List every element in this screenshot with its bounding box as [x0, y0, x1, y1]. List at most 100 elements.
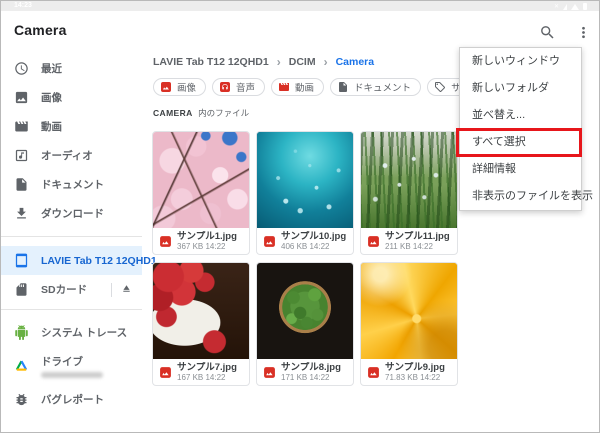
- status-clock: 14:23: [14, 2, 32, 9]
- breadcrumb-current[interactable]: Camera: [336, 56, 375, 68]
- menu-item-details[interactable]: 詳細情報: [460, 156, 581, 183]
- section-label: CAMERA 内のファイル: [153, 107, 249, 119]
- section-suffix: 内のファイル: [198, 108, 250, 118]
- file-name: サンプル8.jpg: [281, 361, 341, 373]
- image-file-icon: [264, 235, 275, 247]
- sd-card-icon: [16, 283, 27, 296]
- wifi-icon: [571, 4, 579, 10]
- sidebar-item-documents[interactable]: ドキュメント: [1, 170, 142, 199]
- file-thumbnail: [361, 132, 457, 228]
- chip-videos[interactable]: 動画: [271, 78, 325, 96]
- chip-images[interactable]: 画像: [153, 78, 207, 96]
- file-card[interactable]: サンプル11.jpg 211 KB 14:22: [360, 131, 458, 255]
- sidebar-label: 動画: [41, 121, 62, 133]
- sidebar-item-audio[interactable]: オーディオ: [1, 141, 142, 170]
- search-icon: [540, 25, 554, 39]
- file-meta: 71.83 KB 14:22: [385, 372, 441, 382]
- file-name: サンプル11.jpg: [385, 230, 450, 242]
- file-meta: 367 KB 14:22: [177, 241, 226, 251]
- file-meta: 171 KB 14:22: [281, 372, 330, 382]
- chip-label: ドキュメント: [354, 83, 412, 94]
- image-icon: [15, 91, 28, 104]
- sidebar-label: 最近: [41, 63, 62, 75]
- image-chip-icon: [161, 82, 171, 92]
- sidebar: 最近 画像 動画 オーディオ ドキュメント ダウンロード LAVIE Tab T…: [1, 54, 157, 414]
- image-file-icon: [368, 366, 379, 378]
- sidebar-label: オーディオ: [41, 150, 93, 162]
- page-title: Camera: [14, 22, 67, 38]
- divider: [111, 282, 112, 297]
- file-name: サンプル1.jpg: [177, 230, 237, 242]
- sidebar-item-bug-report[interactable]: バグレポート: [1, 385, 142, 414]
- file-card[interactable]: サンプル10.jpg 406 KB 14:22: [256, 131, 354, 255]
- drive-account-redacted: [41, 372, 103, 378]
- sidebar-item-downloads[interactable]: ダウンロード: [1, 199, 142, 228]
- menu-item-new-window[interactable]: 新しいウィンドウ: [460, 48, 581, 75]
- search-button[interactable]: [536, 21, 558, 43]
- status-bar: 14:23 ✕: [1, 1, 599, 11]
- movie-chip-icon: [279, 83, 290, 91]
- chip-label: 動画: [295, 83, 315, 94]
- sidebar-label: システム トレース: [41, 327, 128, 339]
- file-meta: 211 KB 14:22: [385, 241, 433, 251]
- menu-item-sort[interactable]: 並べ替え...: [460, 102, 581, 129]
- audio-file-icon: [15, 149, 28, 162]
- sidebar-item-videos[interactable]: 動画: [1, 112, 142, 141]
- sidebar-label: LAVIE Tab T12 12QHD1: [41, 254, 157, 267]
- file-meta: 167 KB 14:22: [177, 372, 226, 382]
- sidebar-divider: [1, 309, 142, 310]
- red-highlight-box: [456, 128, 582, 157]
- clock-icon: [15, 62, 28, 75]
- chip-label: 画像: [177, 83, 197, 94]
- battery-icon: [583, 3, 587, 10]
- document-icon: [16, 178, 27, 191]
- sidebar-divider: [1, 236, 142, 237]
- file-card[interactable]: サンプル1.jpg 367 KB 14:22: [152, 131, 250, 255]
- file-name: サンプル10.jpg: [281, 230, 347, 242]
- tag-icon: [435, 82, 446, 92]
- file-meta: 406 KB 14:22: [281, 241, 330, 251]
- sidebar-item-drive[interactable]: ドライブ: [1, 347, 142, 385]
- chip-label: 音声: [236, 83, 256, 94]
- drive-icon: [15, 360, 28, 371]
- sidebar-item-device-storage[interactable]: LAVIE Tab T12 12QHD1: [1, 246, 157, 275]
- sidebar-item-recent[interactable]: 最近: [1, 54, 142, 83]
- signal-icon: [563, 4, 567, 10]
- file-thumbnail: [153, 263, 249, 359]
- sidebar-item-images[interactable]: 画像: [1, 83, 142, 112]
- breadcrumb: LAVIE Tab T12 12QHD1 › DCIM › Camera: [153, 55, 374, 69]
- sidebar-item-sd-card[interactable]: SDカード: [1, 275, 142, 304]
- sidebar-label: 画像: [41, 92, 62, 104]
- sidebar-label: ドライブ: [41, 356, 83, 368]
- file-card[interactable]: サンプル9.jpg 71.83 KB 14:22: [360, 262, 458, 386]
- section-folder-name: CAMERA: [153, 108, 193, 118]
- bug-icon: [16, 393, 27, 406]
- document-chip-icon: [339, 82, 348, 92]
- image-file-icon: [160, 366, 171, 378]
- breadcrumb-root[interactable]: LAVIE Tab T12 12QHD1: [153, 56, 269, 68]
- sidebar-item-system-traces[interactable]: システム トレース: [1, 318, 142, 347]
- file-thumbnail: [257, 132, 353, 228]
- overflow-menu-button[interactable]: [572, 21, 594, 43]
- menu-item-show-hidden-files[interactable]: 非表示のファイルを表示: [460, 183, 593, 210]
- file-card[interactable]: サンプル8.jpg 171 KB 14:22: [256, 262, 354, 386]
- chip-documents[interactable]: ドキュメント: [330, 78, 422, 96]
- image-file-icon: [264, 366, 275, 378]
- no-sim-icon: ✕: [553, 4, 559, 10]
- sidebar-label: バグレポート: [41, 394, 104, 406]
- files-app-window: 14:23 ✕ Camera 最近 画像 動画 オーディオ ドキュメント ダウン…: [0, 0, 600, 433]
- sidebar-label: ダウンロード: [41, 208, 104, 220]
- download-icon: [17, 207, 26, 219]
- file-card[interactable]: サンプル7.jpg 167 KB 14:22: [152, 262, 250, 386]
- menu-item-new-folder[interactable]: 新しいフォルダ: [460, 75, 581, 102]
- file-thumbnail: [361, 263, 457, 359]
- chevron-right-icon: ›: [323, 55, 328, 69]
- image-file-icon: [368, 235, 379, 247]
- android-icon: [15, 325, 28, 340]
- eject-button[interactable]: [121, 283, 132, 297]
- file-name: サンプル9.jpg: [385, 361, 445, 373]
- chip-audio[interactable]: 音声: [212, 78, 266, 96]
- sidebar-label: ドキュメント: [41, 179, 104, 191]
- eject-icon: [123, 284, 130, 292]
- breadcrumb-folder[interactable]: DCIM: [289, 56, 316, 68]
